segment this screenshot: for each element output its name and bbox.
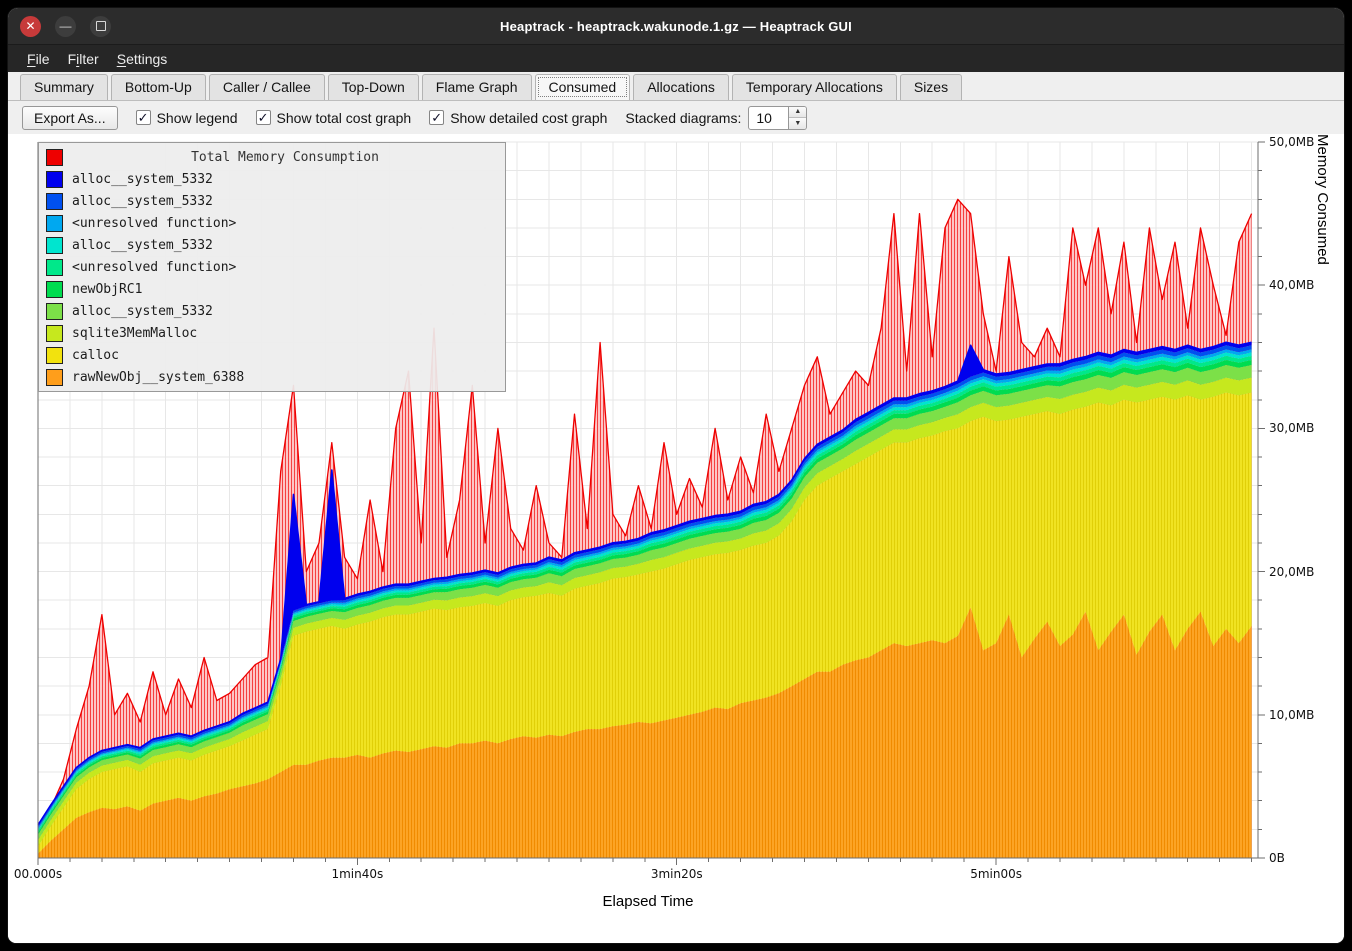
window-controls: ✕ — <box>20 8 111 44</box>
stacked-diagrams-spinbox[interactable]: 10 ▲ ▼ <box>748 106 807 130</box>
checkbox-box[interactable]: ✓ <box>256 110 271 125</box>
legend-swatch <box>46 171 63 188</box>
legend-label: calloc <box>72 348 119 363</box>
legend-entry: calloc <box>46 344 498 366</box>
stacked-diagrams-value[interactable]: 10 <box>748 106 789 130</box>
menu-settings[interactable]: Settings <box>108 48 177 70</box>
legend-title-row: Total Memory Consumption <box>46 146 498 168</box>
chart-panel: Total Memory Consumption alloc__system_53… <box>8 134 1344 943</box>
legend-entry: alloc__system_5332 <box>46 234 498 256</box>
checkbox-box[interactable]: ✓ <box>136 110 151 125</box>
menu-filter[interactable]: Filter <box>59 48 108 70</box>
legend-swatch <box>46 303 63 320</box>
tab-flame-graph[interactable]: Flame Graph <box>422 74 532 100</box>
legend-swatch-total <box>46 149 63 166</box>
x-tick-label: 3min20s <box>632 867 722 881</box>
tab-consumed[interactable]: Consumed <box>535 74 631 100</box>
stacked-diagrams-label: Stacked diagrams: <box>625 110 741 126</box>
tab-allocations[interactable]: Allocations <box>633 74 729 100</box>
legend-entry: rawNewObj__system_6388 <box>46 366 498 388</box>
spin-down-button[interactable]: ▼ <box>789 118 806 129</box>
legend-label: <unresolved function> <box>72 216 236 231</box>
maximize-button[interactable] <box>90 16 111 37</box>
checkbox-show-total-cost-graph[interactable]: ✓ Show total cost graph <box>256 110 412 126</box>
legend-swatch <box>46 237 63 254</box>
legend-label: alloc__system_5332 <box>72 304 213 319</box>
checkbox-label: Show detailed cost graph <box>450 110 607 126</box>
tab-sizes[interactable]: Sizes <box>900 74 962 100</box>
stacked-diagrams-control: Stacked diagrams: 10 ▲ ▼ <box>625 106 807 130</box>
legend-entry: <unresolved function> <box>46 256 498 278</box>
minimize-icon: — <box>60 20 72 32</box>
legend-label: alloc__system_5332 <box>72 172 213 187</box>
legend-label: alloc__system_5332 <box>72 194 213 209</box>
spin-up-button[interactable]: ▲ <box>789 107 806 119</box>
legend-entry: sqlite3MemMalloc <box>46 322 498 344</box>
legend-entry: newObjRC1 <box>46 278 498 300</box>
legend-label: sqlite3MemMalloc <box>72 326 197 341</box>
y-tick-label: 20,0MB <box>1269 564 1314 580</box>
tab-bottom-up[interactable]: Bottom-Up <box>111 74 206 100</box>
legend-swatch <box>46 281 63 298</box>
checkbox-label: Show total cost graph <box>277 110 412 126</box>
legend-entry: alloc__system_5332 <box>46 168 498 190</box>
legend-swatch <box>46 259 63 276</box>
maximize-icon <box>96 21 106 31</box>
y-tick-label: 40,0MB <box>1269 277 1314 293</box>
menu-file[interactable]: File <box>18 48 59 70</box>
checkbox-show-detailed-cost-graph[interactable]: ✓ Show detailed cost graph <box>429 110 607 126</box>
tab-bar: SummaryBottom-UpCaller / CalleeTop-DownF… <box>8 72 1344 101</box>
close-button[interactable]: ✕ <box>20 16 41 37</box>
legend-label: alloc__system_5332 <box>72 238 213 253</box>
x-axis-title: Elapsed Time <box>498 893 798 910</box>
checkbox-box[interactable]: ✓ <box>429 110 444 125</box>
legend-swatch <box>46 347 63 364</box>
app-window: ✕ — Heaptrack - heaptrack.wakunode.1.gz … <box>8 8 1344 943</box>
legend-swatch <box>46 369 63 386</box>
legend-swatch <box>46 193 63 210</box>
menu-bar: FileFilterSettings <box>8 44 1344 72</box>
legend-entry: <unresolved function> <box>46 212 498 234</box>
spinbox-arrows: ▲ ▼ <box>789 106 807 130</box>
checkbox-label: Show legend <box>157 110 238 126</box>
tab-top-down[interactable]: Top-Down <box>328 74 419 100</box>
chart-legend: Total Memory Consumption alloc__system_53… <box>38 142 506 392</box>
legend-entry: alloc__system_5332 <box>46 190 498 212</box>
legend-label: rawNewObj__system_6388 <box>72 370 244 385</box>
checkbox-show-legend[interactable]: ✓ Show legend <box>136 110 238 126</box>
x-tick-label: 5min00s <box>951 867 1041 881</box>
title-bar: ✕ — Heaptrack - heaptrack.wakunode.1.gz … <box>8 8 1344 44</box>
legend-label: newObjRC1 <box>72 282 142 297</box>
tab-caller-callee[interactable]: Caller / Callee <box>209 74 325 100</box>
close-icon: ✕ <box>25 20 35 32</box>
y-tick-label: 10,0MB <box>1269 707 1314 723</box>
y-tick-label: 0B <box>1269 850 1285 866</box>
y-tick-label: 30,0MB <box>1269 420 1314 436</box>
tab-temporary-allocations[interactable]: Temporary Allocations <box>732 74 897 100</box>
toolbar-checkboxes: ✓ Show legend ✓ Show total cost graph ✓ Show … <box>136 110 608 126</box>
export-as-button[interactable]: Export As... <box>22 106 118 130</box>
window-title: Heaptrack - heaptrack.wakunode.1.gz — He… <box>8 19 1344 34</box>
legend-swatch <box>46 215 63 232</box>
minimize-button[interactable]: — <box>55 16 76 37</box>
tab-summary[interactable]: Summary <box>20 74 108 100</box>
x-tick-label: 00.000s <box>8 867 83 881</box>
legend-title: Total Memory Consumption <box>72 150 498 165</box>
legend-entry: alloc__system_5332 <box>46 300 498 322</box>
legend-label: <unresolved function> <box>72 260 236 275</box>
y-tick-label: 50,0MB <box>1269 134 1314 150</box>
y-axis-title: Memory Consumed <box>1314 134 1331 874</box>
x-tick-label: 1min40s <box>312 867 402 881</box>
legend-swatch <box>46 325 63 342</box>
toolbar: Export As... ✓ Show legend ✓ Show total cos… <box>8 101 1344 134</box>
